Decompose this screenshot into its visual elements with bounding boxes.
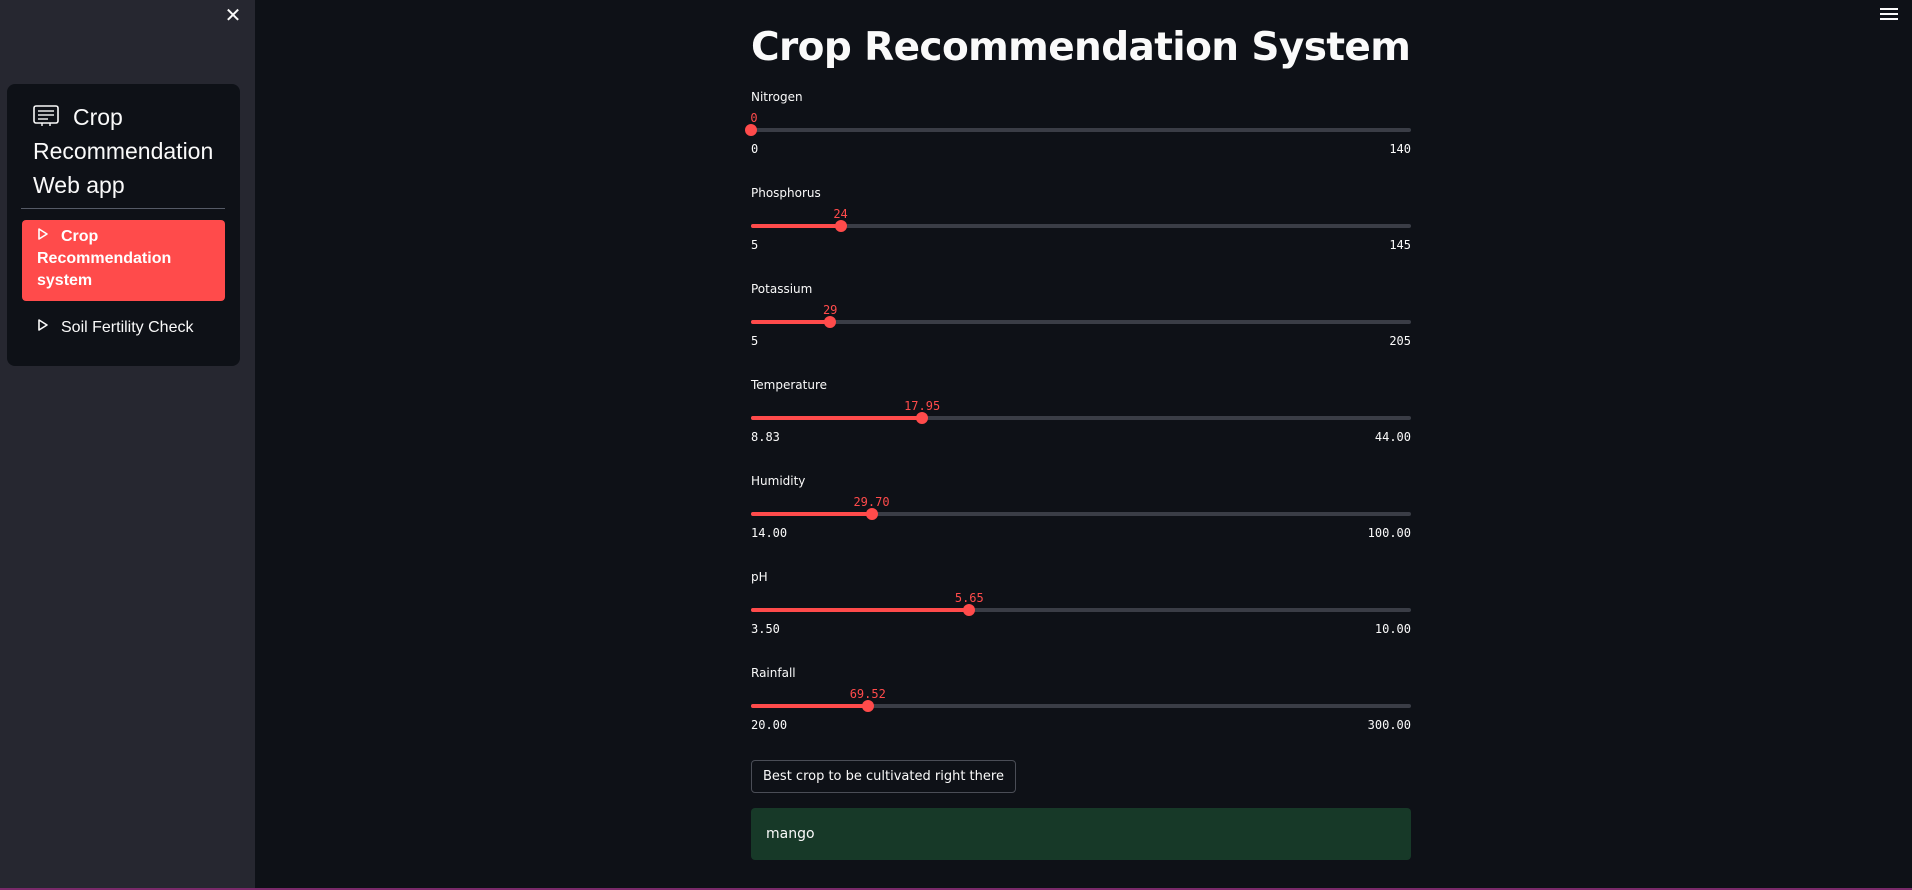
slider-phosphorus: Phosphorus 24 5 145 bbox=[751, 186, 1411, 266]
slider-fill bbox=[751, 320, 831, 324]
slider-min: 3.50 bbox=[751, 622, 780, 636]
close-sidebar-icon[interactable]: ✕ bbox=[222, 6, 244, 28]
slider-min: 20.00 bbox=[751, 718, 788, 732]
slider-track[interactable] bbox=[751, 220, 1411, 232]
slider-label: pH bbox=[751, 570, 768, 584]
slider-max: 10.00 bbox=[1374, 622, 1411, 636]
slider-label: Humidity bbox=[751, 474, 806, 488]
card-list-icon bbox=[33, 105, 59, 126]
slider-fill bbox=[751, 512, 872, 516]
predict-button[interactable]: Best crop to be cultivated right there bbox=[751, 760, 1016, 793]
slider-value: 29 bbox=[822, 303, 838, 317]
menu-item-label: Crop Recommendation system bbox=[37, 228, 172, 289]
menu-item-label: Soil Fertility Check bbox=[61, 319, 194, 336]
slider-fill bbox=[751, 608, 970, 612]
slider-max: 300.00 bbox=[1367, 718, 1411, 732]
menu-title: Crop Recommendation Web app bbox=[33, 100, 233, 202]
slider-temperature: Temperature 17.95 8.83 44.00 bbox=[751, 378, 1411, 458]
slider-track[interactable] bbox=[751, 412, 1411, 424]
slider-label: Rainfall bbox=[751, 666, 796, 680]
slider-fill bbox=[751, 704, 868, 708]
slider-min: 14.00 bbox=[751, 526, 788, 540]
slider-min: 8.83 bbox=[751, 430, 780, 444]
slider-rainfall: Rainfall 69.52 20.00 300.00 bbox=[751, 666, 1411, 746]
hamburger-menu-icon[interactable] bbox=[1880, 8, 1898, 24]
menu-item-crop-recommendation[interactable]: Crop Recommendation system bbox=[22, 220, 225, 301]
slider-fill bbox=[751, 224, 841, 228]
slider-thumb[interactable] bbox=[745, 124, 757, 136]
slider-max: 145 bbox=[1389, 238, 1411, 252]
slider-thumb[interactable] bbox=[865, 508, 878, 520]
slider-label: Phosphorus bbox=[751, 186, 821, 200]
slider-value: 17.95 bbox=[904, 399, 941, 413]
slider-potassium: Potassium 29 5 205 bbox=[751, 282, 1411, 362]
slider-track[interactable] bbox=[751, 508, 1411, 520]
option-menu: Crop Recommendation Web app Crop Recomme… bbox=[7, 84, 240, 366]
slider-value: 24 bbox=[833, 207, 848, 221]
slider-min: 5 bbox=[751, 334, 759, 348]
slider-track[interactable] bbox=[751, 316, 1411, 328]
slider-thumb[interactable] bbox=[861, 700, 874, 712]
page-title: Crop Recommendation System bbox=[751, 25, 1411, 70]
menu-title-text: Crop Recommendation Web app bbox=[33, 104, 214, 198]
slider-label: Nitrogen bbox=[751, 90, 803, 104]
slider-value: 5.65 bbox=[954, 591, 984, 605]
slider-value: 0 bbox=[750, 111, 758, 125]
slider-max: 100.00 bbox=[1367, 526, 1411, 540]
result-success-box: mango bbox=[751, 808, 1411, 860]
play-icon bbox=[38, 319, 48, 331]
slider-label: Temperature bbox=[751, 378, 828, 392]
menu-divider bbox=[21, 208, 225, 209]
menu-item-soil-fertility[interactable]: Soil Fertility Check bbox=[22, 313, 225, 343]
slider-thumb[interactable] bbox=[963, 604, 976, 616]
slider-humidity: Humidity 29.70 14.00 100.00 bbox=[751, 474, 1411, 554]
slider-max: 205 bbox=[1389, 334, 1411, 348]
slider-fill bbox=[751, 416, 923, 420]
slider-ph: pH 5.65 3.50 10.00 bbox=[751, 570, 1411, 650]
slider-min: 0 bbox=[751, 142, 759, 156]
slider-value: 29.70 bbox=[853, 495, 890, 509]
play-icon bbox=[38, 228, 48, 240]
result-text: mango bbox=[766, 826, 815, 842]
slider-max: 44.00 bbox=[1374, 430, 1411, 444]
slider-track[interactable] bbox=[751, 700, 1411, 712]
slider-max: 140 bbox=[1389, 142, 1411, 156]
slider-nitrogen: Nitrogen 0 0 140 bbox=[745, 90, 1411, 170]
slider-label: Potassium bbox=[751, 282, 813, 296]
slider-value: 69.52 bbox=[849, 687, 886, 701]
slider-thumb[interactable] bbox=[834, 220, 847, 232]
sidebar: ✕ Crop Recommendation Web app Crop Recom… bbox=[0, 0, 255, 888]
slider-min: 5 bbox=[751, 238, 759, 252]
slider-thumb[interactable] bbox=[916, 412, 929, 424]
slider-thumb[interactable] bbox=[824, 316, 837, 328]
slider-track[interactable] bbox=[751, 604, 1411, 616]
slider-track[interactable] bbox=[745, 124, 1411, 136]
